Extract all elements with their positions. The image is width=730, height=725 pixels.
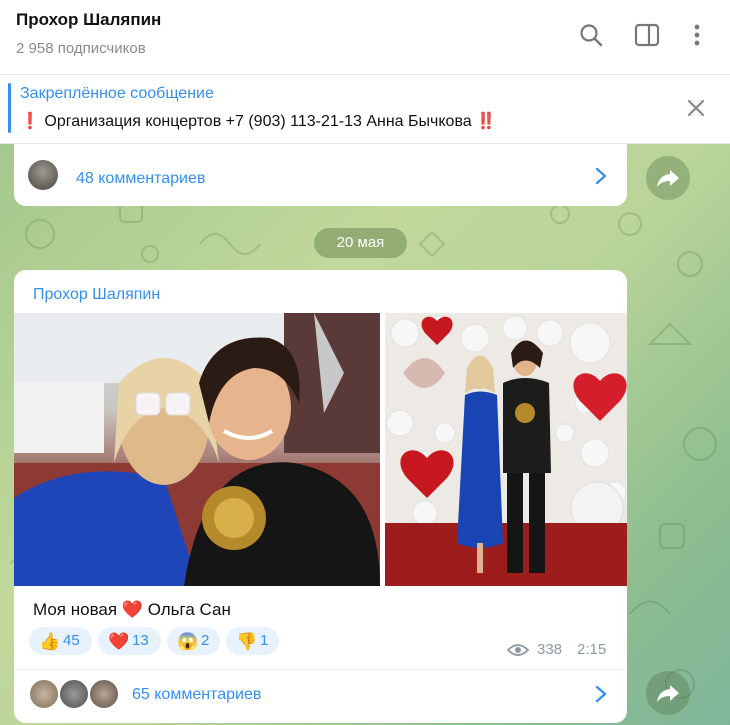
reaction-count: 13 [132,632,149,649]
date-separator: 20 мая [314,228,407,258]
close-icon[interactable] [684,96,708,120]
more-vertical-icon[interactable] [684,22,710,48]
chevron-right-icon[interactable] [594,166,608,191]
comments-link[interactable]: 48 комментариев [76,170,205,188]
reaction-count: 1 [260,632,269,649]
post-comments-bar[interactable]: 65 комментариев [14,670,627,723]
post-author[interactable]: Прохор Шаляпин [33,286,160,304]
eye-icon [506,643,530,661]
chat-area[interactable]: 48 комментариев 20 мая Прохор Шаляпин Мо… [0,144,730,725]
share-icon[interactable] [646,156,690,200]
reaction-count: 2 [201,632,210,649]
post-caption: Моя новая ❤️ Ольга Сан [33,600,231,620]
post-time: 2:15 [577,641,607,658]
pinned-title: Закреплённое сообщение [20,85,214,102]
post-photo-selfie[interactable] [14,313,380,586]
reaction-scream[interactable]: 😱 2 [167,627,220,655]
reactions-row: 👍 45 ❤️ 13 😱 2 👎 1 [29,627,309,655]
portrait-illustration [385,315,627,586]
commenter-avatar [28,678,60,710]
subscriber-count: 2 958 подписчиков [16,40,146,57]
heart-icon: ❤️ [108,632,130,651]
comments-link[interactable]: 65 комментариев [132,686,261,704]
reaction-heart[interactable]: ❤️ 13 [98,627,161,655]
caption-text-after: Ольга Сан [147,600,231,619]
pinned-accent-bar [8,83,11,133]
channel-post[interactable]: Прохор Шаляпин Моя новая ❤️ Ольга Сан 👍 … [14,270,627,723]
previous-post-comments-bar[interactable]: 48 комментариев [14,144,627,206]
pinned-message[interactable]: Закреплённое сообщение ❗ Организация кон… [0,75,730,144]
heart-emoji: ❤️ [121,600,143,619]
reaction-thumbs-up[interactable]: 👍 45 [29,627,92,655]
thumbs-down-icon: 👎 [236,632,258,651]
share-icon[interactable] [646,671,690,715]
reaction-count: 45 [63,632,80,649]
post-meta: 338 2:15 [506,641,617,661]
scream-icon: 😱 [177,632,199,651]
commenter-avatar [58,678,90,710]
commenter-avatar [28,160,58,190]
channel-title[interactable]: Прохор Шаляпин [16,10,161,30]
post-photo-portrait[interactable] [385,313,627,586]
selfie-illustration [14,313,380,586]
thumbs-up-icon: 👍 [39,632,61,651]
sidebar-toggle-icon[interactable] [634,22,660,48]
channel-header[interactable]: Прохор Шаляпин 2 958 подписчиков [0,0,730,75]
commenter-avatar [88,678,120,710]
pinned-text: ❗ Организация концертов +7 (903) 113-21-… [20,113,497,130]
caption-text-before: Моя новая [33,600,118,619]
chevron-right-icon[interactable] [594,684,608,709]
reaction-thumbs-down[interactable]: 👎 1 [226,627,279,655]
search-icon[interactable] [578,22,604,48]
view-count: 338 [537,641,563,658]
